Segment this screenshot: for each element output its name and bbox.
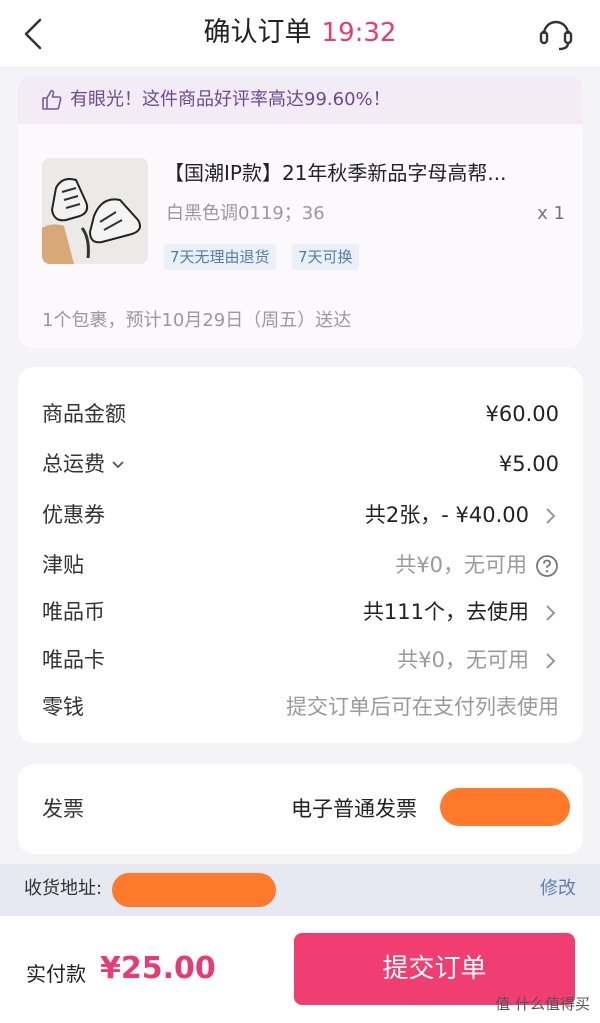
vip-card-label: 唯品卡 bbox=[42, 648, 105, 672]
invoice-card[interactable]: 发票 电子普通发票 bbox=[18, 764, 583, 854]
change-value: 提交订单后可在支付列表使用 bbox=[286, 695, 559, 719]
goods-amount-value: ¥60.00 bbox=[485, 402, 559, 426]
product-image[interactable] bbox=[42, 158, 148, 264]
countdown-time: 19:32 bbox=[321, 18, 397, 48]
chevron-right-icon bbox=[546, 653, 556, 669]
return-policy-tag: 7天无理由退货 bbox=[164, 244, 276, 270]
help-icon[interactable] bbox=[535, 554, 559, 578]
page-title: 确认订单 19:32 bbox=[0, 14, 600, 52]
checkout-footer: 实付款 ¥25.00 提交订单 值 什么值得买 bbox=[0, 916, 600, 1023]
page-title-text: 确认订单 bbox=[203, 17, 312, 48]
product-quantity: x 1 bbox=[537, 203, 565, 224]
pay-amount-value: ¥25.00 bbox=[100, 951, 216, 986]
coupon-label: 优惠券 bbox=[42, 503, 105, 527]
address-bar[interactable]: 收货地址: 修改 bbox=[0, 864, 600, 916]
redaction-mark bbox=[112, 873, 276, 907]
chevron-right-icon bbox=[546, 508, 556, 524]
rating-tip-banner: 有眼光！这件商品好评率高达99.60%！ bbox=[18, 76, 583, 124]
price-row-allowance: 津贴 共¥0，无可用 bbox=[18, 545, 583, 585]
pay-amount-label: 实付款 bbox=[26, 962, 86, 986]
vip-coins-label: 唯品币 bbox=[42, 600, 105, 624]
price-row-shipping[interactable]: 总运费 ¥5.00 bbox=[18, 444, 583, 484]
delivery-estimate: 1个包裹，预计10月29日（周五）送达 bbox=[42, 310, 352, 331]
goods-card: 【国潮IP款】21年秋季新品字母高帮... 白黑色调0119；36 x 1 7天… bbox=[18, 124, 583, 348]
shipping-label: 总运费 bbox=[42, 452, 105, 476]
allowance-label: 津贴 bbox=[42, 553, 84, 577]
chevron-right-icon bbox=[546, 605, 556, 621]
product-spec: 白黑色调0119；36 bbox=[166, 203, 325, 224]
goods-amount-label: 商品金额 bbox=[42, 402, 126, 426]
price-row-goods-amount: 商品金额 ¥60.00 bbox=[18, 394, 583, 434]
price-row-coupon[interactable]: 优惠券 共2张，- ¥40.00 bbox=[18, 495, 583, 535]
product-title[interactable]: 【国潮IP款】21年秋季新品字母高帮... bbox=[164, 159, 562, 187]
allowance-value: 共¥0，无可用 bbox=[395, 553, 527, 577]
change-label: 零钱 bbox=[42, 695, 84, 719]
address-label: 收货地址: bbox=[24, 878, 103, 899]
exchange-policy-tag: 7天可换 bbox=[292, 244, 359, 270]
rating-tip-text: 有眼光！这件商品好评率高达99.60%！ bbox=[70, 89, 391, 110]
price-row-change: 零钱 提交订单后可在支付列表使用 bbox=[18, 687, 583, 727]
vip-coins-value: 共111个，去使用 bbox=[362, 600, 529, 624]
price-row-vip-card[interactable]: 唯品卡 共¥0，无可用 bbox=[18, 640, 583, 680]
invoice-label: 发票 bbox=[42, 797, 84, 821]
customer-service-icon[interactable] bbox=[536, 14, 576, 54]
price-summary-card: 商品金额 ¥60.00 总运费 ¥5.00 优惠券 共2张，- ¥40.00 津… bbox=[18, 367, 583, 743]
redaction-mark bbox=[440, 788, 570, 826]
coupon-value: 共2张，- ¥40.00 bbox=[364, 503, 529, 527]
thumbs-up-icon bbox=[42, 89, 62, 110]
chevron-down-icon bbox=[112, 461, 124, 469]
header: 确认订单 19:32 bbox=[0, 0, 600, 68]
watermark: 值 什么值得买 bbox=[495, 995, 590, 1013]
price-row-vip-coins[interactable]: 唯品币 共111个，去使用 bbox=[18, 592, 583, 632]
shipping-label-wrap[interactable]: 总运费 bbox=[42, 450, 125, 478]
invoice-value: 电子普通发票 bbox=[291, 797, 417, 821]
edit-address-link[interactable]: 修改 bbox=[540, 876, 576, 902]
shipping-value: ¥5.00 bbox=[498, 452, 559, 476]
vip-card-value: 共¥0，无可用 bbox=[397, 648, 529, 672]
